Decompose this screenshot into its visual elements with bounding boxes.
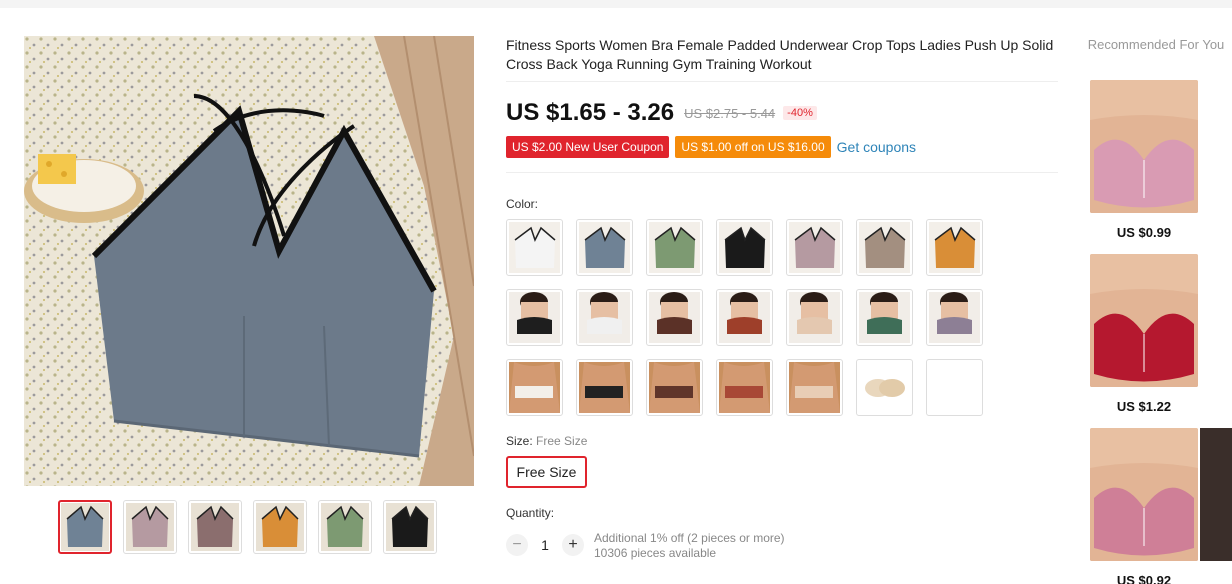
thumbnail-strip: [58, 500, 437, 554]
size-selected-value: Free Size: [536, 434, 588, 448]
recommended-panel: Recommended For You: [1084, 36, 1232, 54]
color-swatch-rust-model[interactable]: [716, 289, 773, 346]
quantity-label: Quantity:: [506, 506, 555, 520]
color-swatch-image: [579, 292, 630, 343]
get-coupons-link[interactable]: Get coupons: [837, 139, 916, 155]
color-swatch-image: [929, 292, 980, 343]
thumbnail-image: [61, 503, 109, 551]
recommended-item[interactable]: US $0.99: [1090, 80, 1220, 240]
color-swatch-image: [789, 292, 840, 343]
quantity-note: Additional 1% off (2 pieces or more) 103…: [594, 531, 785, 561]
color-swatch-image: [509, 292, 560, 343]
color-swatch-image: [859, 222, 910, 273]
thumbnail-4[interactable]: [253, 500, 307, 554]
color-swatch-image: [509, 362, 560, 413]
color-swatch-pads[interactable]: [856, 359, 913, 416]
color-swatch-image: [929, 222, 980, 273]
color-swatch-image: [789, 222, 840, 273]
color-swatch-image: [719, 292, 770, 343]
discount-badge: -40%: [783, 106, 817, 120]
recommended-item-image[interactable]: [1090, 254, 1198, 387]
thumbnail-6[interactable]: [383, 500, 437, 554]
thumbnail-image: [256, 503, 304, 551]
stock-available: 10306 pieces available: [594, 546, 717, 560]
color-swatch-orange[interactable]: [926, 219, 983, 276]
color-swatch-image: [859, 362, 910, 413]
color-swatch-green[interactable]: [646, 219, 703, 276]
thumbnail-1[interactable]: [58, 500, 112, 554]
color-swatch-empty[interactable]: [926, 359, 983, 416]
thumbnail-image: [321, 503, 369, 551]
thumbnail-image: [126, 503, 174, 551]
color-swatch-image: [649, 222, 700, 273]
new-user-coupon[interactable]: US $2.00 New User Coupon: [506, 136, 670, 158]
bulk-discount-note: Additional 1% off (2 pieces or more): [594, 531, 785, 545]
main-product-image[interactable]: [24, 36, 474, 486]
quantity-increase-button[interactable]: +: [562, 534, 584, 556]
color-swatch-image: [649, 292, 700, 343]
quantity-decrease-button[interactable]: −: [506, 534, 528, 556]
recommended-item-image[interactable]: [1090, 428, 1198, 561]
thumbnail-image: [191, 503, 239, 551]
color-swatch-black-back[interactable]: [576, 359, 633, 416]
color-swatch-black-model[interactable]: [506, 289, 563, 346]
color-swatch-image: [579, 222, 630, 273]
size-option-free-size[interactable]: Free Size: [506, 456, 587, 488]
color-swatch-blue-grey[interactable]: [576, 219, 633, 276]
color-swatch-image: [649, 362, 700, 413]
original-price: US $2.75 - 5.44: [684, 105, 776, 121]
color-swatch-rust-back[interactable]: [716, 359, 773, 416]
color-swatches: [506, 219, 996, 416]
thumbnail-5[interactable]: [318, 500, 372, 554]
recommended-item-price: US $1.22: [1116, 399, 1172, 414]
coupon-row: US $2.00 New User Coupon US $1.00 off on…: [506, 136, 1058, 158]
color-swatch-taupe[interactable]: [856, 219, 913, 276]
color-swatch-image: [859, 292, 910, 343]
product-title: Fitness Sports Women Bra Female Padded U…: [506, 36, 1058, 82]
thumbnail-2[interactable]: [123, 500, 177, 554]
color-swatch-mauve[interactable]: [786, 219, 843, 276]
color-swatch-image: [719, 362, 770, 413]
recommended-item-price: US $0.92: [1116, 573, 1172, 584]
thumbnail-3[interactable]: [188, 500, 242, 554]
recommended-item-image[interactable]: [1090, 80, 1198, 213]
color-swatch-image: [509, 222, 560, 273]
color-swatch-green-model[interactable]: [856, 289, 913, 346]
color-swatch-beige-back[interactable]: [786, 359, 843, 416]
price-row: US $1.65 - 3.26 US $2.75 - 5.44 -40%: [506, 98, 1058, 128]
divider: [506, 172, 1058, 173]
color-swatch-white[interactable]: [506, 219, 563, 276]
color-swatch-purple-model[interactable]: [926, 289, 983, 346]
current-price: US $1.65 - 3.26: [506, 99, 675, 126]
recommended-item[interactable]: US $1.22: [1090, 254, 1220, 414]
color-swatch-white-back[interactable]: [506, 359, 563, 416]
product-info: Fitness Sports Women Bra Female Padded U…: [506, 36, 1058, 173]
recommended-item-partial-image[interactable]: [1200, 428, 1232, 561]
store-coupon[interactable]: US $1.00 off on US $16.00: [675, 136, 831, 158]
color-swatch-image: [929, 362, 980, 413]
recommended-title: Recommended For You: [1087, 37, 1225, 52]
color-swatch-black[interactable]: [716, 219, 773, 276]
color-swatch-image: [579, 362, 630, 413]
size-label: Size: Free Size: [506, 434, 587, 448]
size-label-text: Size:: [506, 434, 533, 448]
quantity-value[interactable]: 1: [528, 537, 562, 553]
top-bar: [0, 0, 1232, 8]
color-swatch-beige-model[interactable]: [786, 289, 843, 346]
color-swatch-white-model[interactable]: [576, 289, 633, 346]
color-swatch-brown-back[interactable]: [646, 359, 703, 416]
color-swatch-image: [789, 362, 840, 413]
thumbnail-image: [386, 503, 434, 551]
recommended-item-price: US $0.99: [1116, 225, 1172, 240]
quantity-stepper: − 1 +: [506, 534, 584, 556]
color-swatch-brown-model[interactable]: [646, 289, 703, 346]
color-swatch-image: [719, 222, 770, 273]
color-label: Color:: [506, 197, 539, 211]
